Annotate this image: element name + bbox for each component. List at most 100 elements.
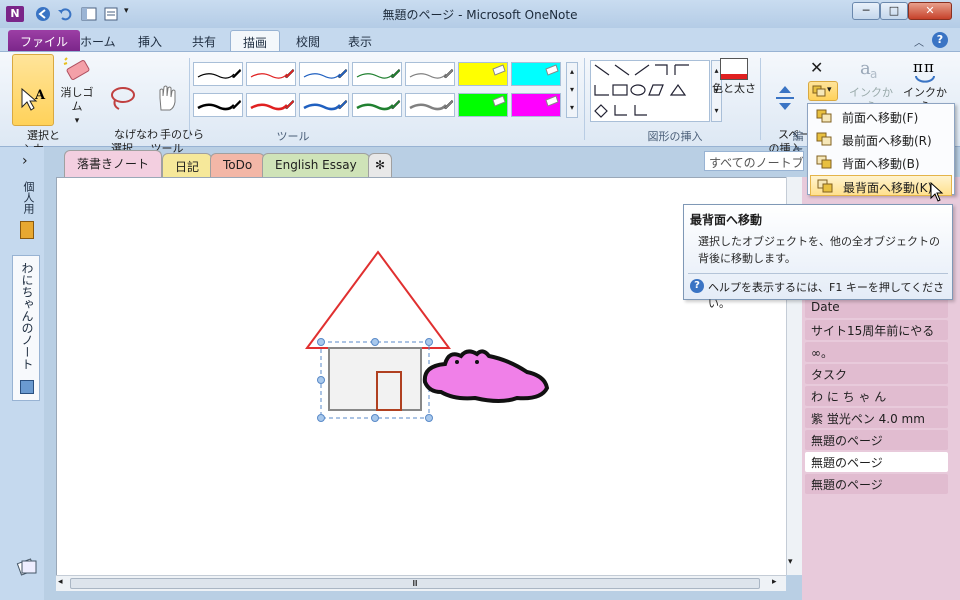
notebook-group-label: 個人用 [22,181,35,214]
separator [760,58,761,140]
menu-item-label: 背面へ移動(B) [842,157,920,171]
pen-icon [409,99,454,111]
arrange-button[interactable]: ▾ [808,81,838,101]
pen-swatch[interactable] [352,62,402,86]
ink-to-text-icon: aa [860,58,877,81]
arrange-icon [812,85,826,97]
section-tab-english-essay[interactable]: English Essay [262,153,370,177]
menu-item-bring-to-front[interactable]: 最前面へ移動(R) [810,129,952,150]
scroll-right-icon[interactable]: ▸ [772,577,777,587]
insert-space-icon [776,86,794,110]
collapse-ribbon-icon[interactable]: ︿ [914,34,924,49]
send-to-back-icon [817,179,833,193]
new-section-tab[interactable]: ✻ [368,153,393,177]
pen-swatch[interactable] [511,93,561,117]
selection-handle [317,376,325,384]
pen-swatch[interactable] [193,62,243,86]
pen-swatch[interactable] [405,62,455,86]
separator [584,58,585,140]
scroll-left-icon[interactable]: ◂ [58,577,63,587]
eraser-label: 消しゴム [60,86,94,113]
tab-review[interactable]: 校閲 [284,30,332,52]
svg-text:A: A [34,88,46,103]
selection-handle [317,338,325,346]
crocodile-drawing [422,349,550,403]
select-type-icon: A [21,87,46,111]
hand-tool-button[interactable]: 手のひら ツール [146,54,204,155]
notebook-icon[interactable] [20,221,34,239]
page-list-item[interactable]: 無題のページ [805,474,948,494]
selection-handle [425,338,433,346]
current-notebook-label: わにちゃんのノート [20,262,34,370]
pen-swatch[interactable] [511,62,561,86]
horizontal-scrollbar[interactable]: ◂ Ⅲ ▸ [56,575,786,591]
selection-handle [425,414,433,422]
pen-swatch[interactable] [352,93,402,117]
tooltip-help: ヘルプを表示するには、F1 キーを押してください。 [708,281,945,310]
pen-swatch[interactable] [458,93,508,117]
scroll-thumb[interactable]: Ⅲ [70,578,760,589]
unfiled-notes-icon[interactable] [16,557,38,577]
tab-home[interactable]: ホーム [68,30,128,52]
expand-pane-icon[interactable]: › [22,153,28,169]
notebook-pane: › 個人用 わにちゃんのノート [0,147,44,600]
pen-swatch[interactable] [405,93,455,117]
page-list-item[interactable]: サイト15周年前にやる [805,320,948,340]
pen-swatch[interactable] [246,62,296,86]
help-icon: ? [690,279,704,293]
eraser-button[interactable]: 消しゴム ▾ [56,54,98,126]
tab-view[interactable]: 表示 [336,30,384,52]
section-tab-rakugaki[interactable]: 落書きノート [64,150,163,177]
page-list-item[interactable]: 無題のページ [805,452,948,472]
maximize-button[interactable]: □ [880,2,908,20]
page-canvas[interactable] [56,177,786,575]
pen-swatch[interactable] [299,93,349,117]
select-and-type-button[interactable]: A 選択と 入力 [12,54,60,156]
color-thickness-button[interactable]: 色と太さ [712,56,756,96]
menu-item-label: 最背面へ移動(K) [843,181,933,195]
pen-swatch[interactable] [246,93,296,117]
house-roof-shape [305,250,451,349]
menu-item-label: 最前面へ移動(R) [842,134,932,148]
lasso-select-button[interactable]: なげなわ 選択 [100,54,158,155]
pen-icon [250,68,295,79]
close-button[interactable]: ✕ [908,2,952,20]
highlighter-icon [459,63,507,85]
section-tab-diary[interactable]: 日記 [162,153,213,177]
tab-share[interactable]: 共有 [180,30,228,52]
minimize-button[interactable]: ─ [852,2,880,20]
send-backward-icon [816,155,832,169]
hand-icon [159,85,176,111]
insert-shapes-group-label: 図形の挿入 [647,130,703,143]
svg-text:π: π [924,58,934,76]
pen-icon [356,99,401,111]
tab-draw[interactable]: 描画 [230,30,281,52]
eraser-icon [63,57,90,80]
search-box[interactable]: すべてのノートブ [704,151,804,171]
pen-swatch[interactable] [458,62,508,86]
tooltip-body: 選択したオブジェクトを、他の全オブジェクトの背後に移動します。 [698,235,940,265]
pen-icon [303,68,348,79]
help-icon[interactable]: ? [932,32,948,48]
pen-swatch[interactable] [299,62,349,86]
page-list-item[interactable]: わ に ち ゃ ん [805,386,948,406]
page-list-item[interactable]: タスク [805,364,948,384]
page-list-item[interactable]: 無題のページ [805,430,948,450]
shape-gallery[interactable] [590,60,710,122]
page-list-item[interactable]: 紫 蛍光ペン 4.0 mm [805,408,948,428]
scroll-down-icon[interactable]: ▾ [788,557,793,567]
menu-item-send-backward[interactable]: 背面へ移動(B) [810,152,952,173]
selection-handle [371,414,379,422]
bring-to-front-icon [816,132,832,146]
notebook-small-icon [20,380,34,394]
current-notebook-tab[interactable]: わにちゃんのノート [12,255,40,401]
section-tab-todo[interactable]: ToDo [210,153,266,177]
menu-item-bring-forward[interactable]: 前面へ移動(F) [810,106,952,127]
page-list-item[interactable]: ∞。 [805,342,948,362]
eraser-dropdown-icon[interactable]: ▾ [56,114,98,128]
pen-gallery-scroll[interactable]: ▴ ▾ ▾ [566,62,578,118]
tab-insert[interactable]: 挿入 [126,30,174,52]
delete-button[interactable]: ✕ [810,58,823,77]
ink-to-math-icon: ππ [913,58,935,83]
pen-swatch[interactable] [193,93,243,117]
